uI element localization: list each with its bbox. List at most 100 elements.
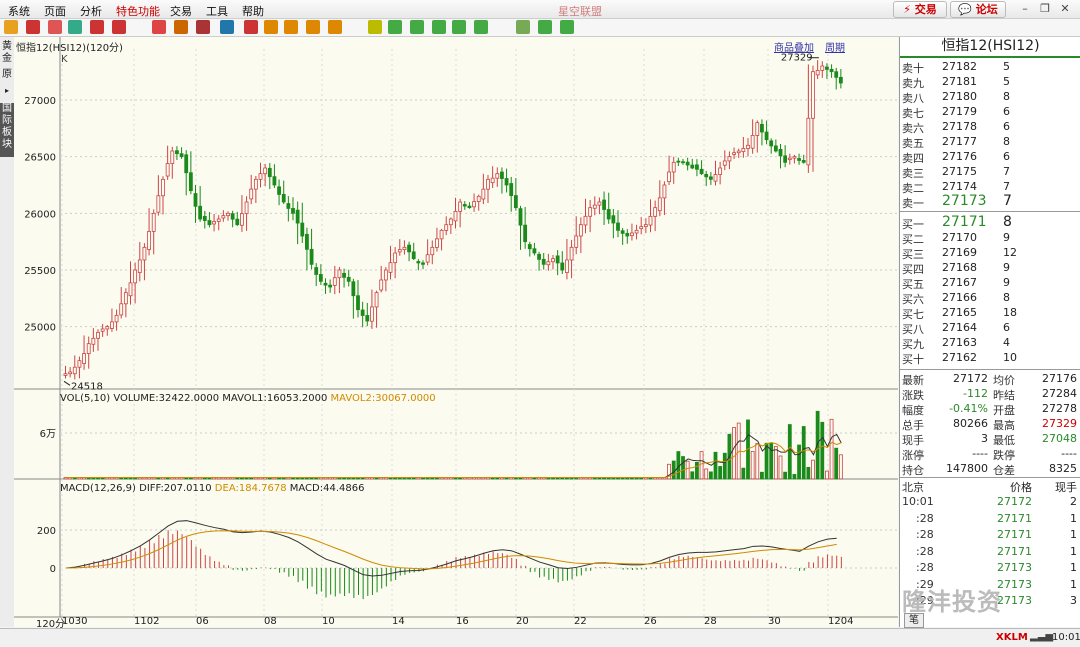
candle-body: [286, 203, 291, 209]
toolbar-tool-icon[interactable]: [264, 20, 278, 34]
sell-level-row[interactable]: 卖七 27179 6: [900, 104, 1080, 120]
candle-body: [606, 209, 611, 220]
toolbar-tool-icon[interactable]: [112, 20, 126, 34]
sell-level-row[interactable]: 卖六 27178 6: [900, 119, 1080, 135]
toolbar-tool-icon[interactable]: [90, 20, 104, 34]
trade-button[interactable]: ⚡ 交易: [893, 1, 947, 18]
kline-chart[interactable]: 250002550026000265002700027329245186万200…: [14, 37, 898, 627]
sidebar-tab-gold[interactable]: 黄金: [0, 41, 14, 67]
volume-bar: [838, 454, 843, 480]
candle-body: [244, 201, 249, 215]
sell-level-row[interactable]: 卖二 27174 7: [900, 179, 1080, 195]
high-annotation: 27329: [781, 53, 813, 64]
candle-body: [490, 177, 495, 184]
sell-level-row[interactable]: 卖五 27177 8: [900, 134, 1080, 150]
toolbar-tool-icon[interactable]: [196, 20, 210, 34]
sell-level-row[interactable]: 卖八 27180 8: [900, 89, 1080, 105]
candle-body: [337, 269, 342, 279]
buy-level-row[interactable]: 买九 27163 4: [900, 335, 1080, 351]
candle-body: [718, 167, 723, 175]
menu-features[interactable]: 特色功能: [116, 3, 160, 19]
menu-analysis[interactable]: 分析: [80, 3, 102, 19]
candle-body: [500, 171, 504, 179]
buy-level-row[interactable]: 买二 27170 9: [900, 230, 1080, 246]
x-tick-label: 16: [456, 616, 469, 627]
candle-body: [820, 65, 825, 71]
candle-body: [105, 326, 110, 330]
menu-help[interactable]: 帮助: [242, 3, 264, 19]
toolbar-tool-icon[interactable]: [220, 20, 234, 34]
sidebar-tab-crude[interactable]: 原: [0, 69, 14, 83]
candle-body: [834, 71, 839, 78]
toolbar-tool-icon[interactable]: [284, 20, 298, 34]
toolbar-tool-icon[interactable]: [328, 20, 342, 34]
sidebar-arrow-icon[interactable]: ▸: [0, 85, 14, 97]
quote-panel: 恒指12(HSI12) 卖十 27182 5 卖九 27181 5 卖八 27180 8 卖七 27…: [899, 37, 1080, 628]
volume-bar: [764, 442, 769, 480]
toolbar-tool-icon[interactable]: [4, 20, 18, 34]
toolbar-tool-icon[interactable]: [516, 20, 530, 34]
toolbar-tool-icon[interactable]: [26, 20, 40, 34]
minimize-icon[interactable]: –: [1018, 2, 1032, 15]
sell-level-row[interactable]: 卖三 27175 7: [900, 164, 1080, 180]
candle-body: [685, 161, 690, 166]
buy-level-row[interactable]: 买六 27166 8: [900, 290, 1080, 306]
x-tick-label: 08: [264, 616, 277, 627]
buy-level-row[interactable]: 买七 27165 18: [900, 305, 1080, 321]
candle-body: [746, 144, 750, 149]
candle-body: [114, 314, 119, 323]
candle-body: [123, 292, 128, 305]
stat-row: 涨停 ---- 跌停 ----: [902, 447, 1077, 462]
sell-level-row[interactable]: 卖一 27173 7: [900, 193, 1080, 210]
restore-icon[interactable]: ❐: [1038, 2, 1052, 15]
candle-body: [370, 306, 374, 322]
buy-level-row[interactable]: 买三 27169 12: [900, 245, 1080, 261]
buy-level-row[interactable]: 买四 27168 9: [900, 260, 1080, 276]
toolbar-tool-icon[interactable]: [48, 20, 62, 34]
candle-body: [360, 309, 365, 316]
candle-body: [829, 68, 834, 73]
toolbar-tool-icon[interactable]: [538, 20, 552, 34]
candle-body: [397, 249, 402, 253]
menu-system[interactable]: 系统: [8, 3, 30, 19]
buy-level-row[interactable]: 买十 27162 10: [900, 350, 1080, 366]
toolbar-tool-icon[interactable]: [244, 20, 258, 34]
toolbar-tool-icon[interactable]: [560, 20, 574, 34]
toolbar-tool-icon[interactable]: [306, 20, 320, 34]
candle-body: [179, 153, 184, 158]
tick-row: :28 27171 1: [916, 511, 1077, 525]
candle-body: [263, 167, 268, 175]
sidebar-tab-intl[interactable]: 国际板块: [0, 103, 14, 157]
close-icon[interactable]: ✕: [1058, 2, 1072, 15]
chart-area[interactable]: 25000 25500 26000 26500 27000 27329 24518 6万 200…: [14, 37, 898, 630]
toolbar-tool-icon[interactable]: [452, 20, 466, 34]
sell-level-row[interactable]: 卖九 27181 5: [900, 74, 1080, 90]
app-title: 星空联盟: [558, 5, 602, 18]
vol-tick-label: 6万: [40, 429, 56, 440]
candle-body: [383, 269, 388, 281]
toolbar-tool-icon[interactable]: [410, 20, 424, 34]
toolbar-tool-icon[interactable]: [368, 20, 382, 34]
forum-button[interactable]: 💬 论坛: [950, 1, 1006, 18]
tick-row: :28 27171 1: [916, 528, 1077, 541]
toolbar-tool-icon[interactable]: [68, 20, 82, 34]
menu-trade[interactable]: 交易: [170, 3, 192, 19]
overlay-link[interactable]: 商品叠加: [774, 39, 814, 54]
toolbar-tool-icon[interactable]: [152, 20, 166, 34]
candle-body: [532, 248, 537, 254]
candle-body: [91, 337, 96, 345]
period-link[interactable]: 周期: [825, 39, 845, 54]
toolbar-tool-icon[interactable]: [388, 20, 402, 34]
stat-row: 幅度 -0.41% 开盘 27278: [902, 402, 1077, 417]
buy-level-row[interactable]: 买一 27171 8: [900, 214, 1080, 231]
buy-level-row[interactable]: 买五 27167 9: [900, 275, 1080, 291]
buy-level-row[interactable]: 买八 27164 6: [900, 320, 1080, 336]
sell-level-row[interactable]: 卖四 27176 6: [900, 149, 1080, 165]
toolbar-tool-icon[interactable]: [432, 20, 446, 34]
menu-page[interactable]: 页面: [44, 3, 66, 19]
menu-tools[interactable]: 工具: [206, 3, 228, 19]
toolbar-tool-icon[interactable]: [474, 20, 488, 34]
toolbar-tool-icon[interactable]: [174, 20, 188, 34]
menu-bar: 系统 页面 分析 特色功能 交易 工具 帮助 星空联盟 ⚡ 交易 💬 论坛 – …: [0, 0, 1080, 19]
sell-level-row[interactable]: 卖十 27182 5: [900, 59, 1080, 75]
